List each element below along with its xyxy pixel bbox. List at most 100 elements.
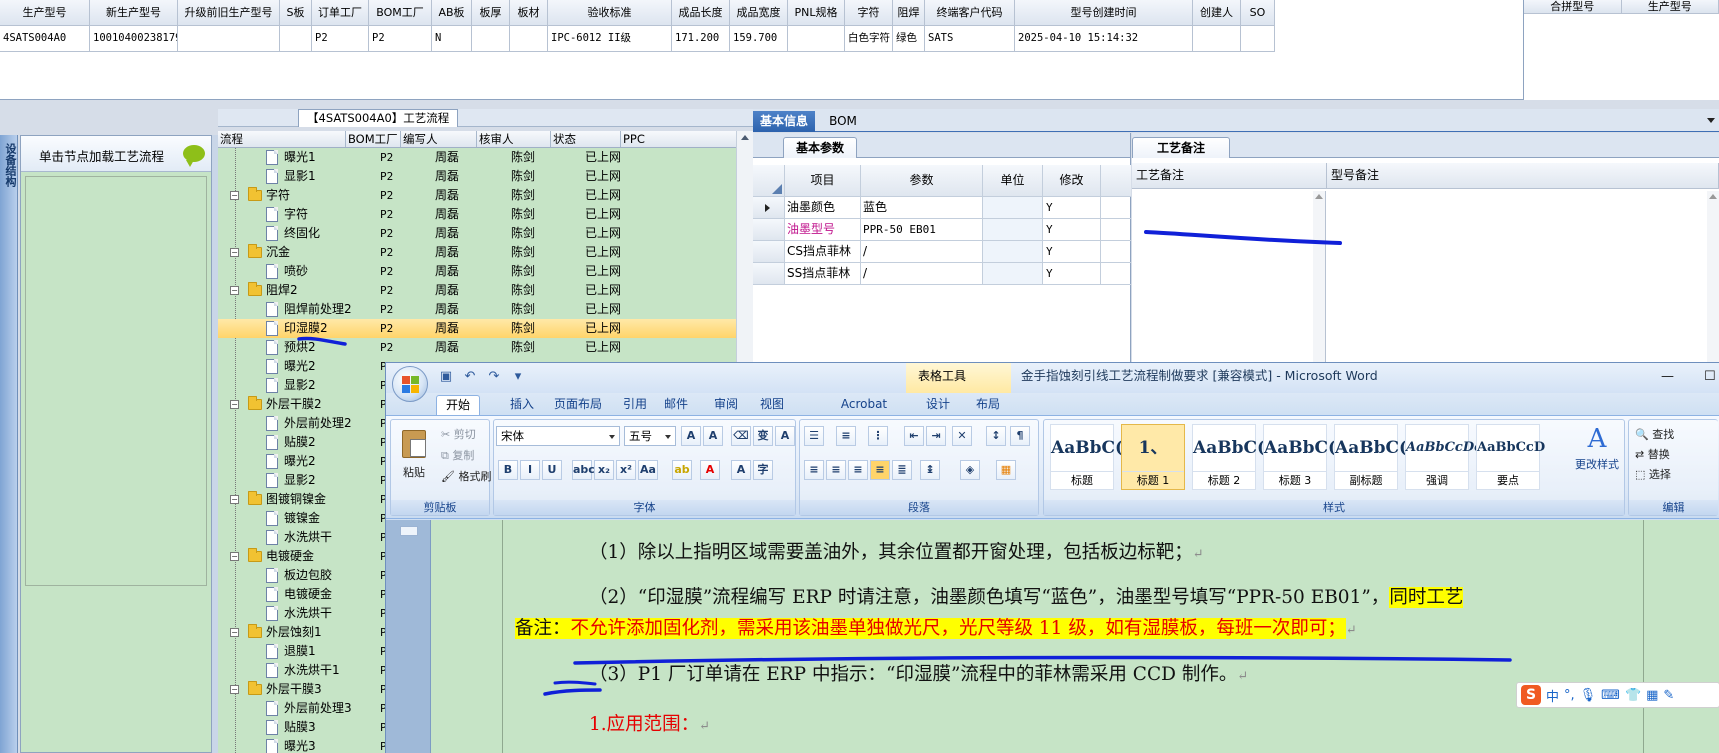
tree-node[interactable]: 板边包胶: [218, 566, 378, 585]
italic-icon[interactable]: I: [520, 460, 540, 480]
grid-col-header[interactable]: 阻焊: [893, 0, 925, 26]
char-border-icon[interactable]: A: [775, 426, 795, 446]
param-value[interactable]: /: [861, 241, 983, 262]
grid-cell[interactable]: [788, 26, 845, 52]
grid-cell[interactable]: 10010400238179: [90, 26, 178, 52]
tree-node[interactable]: 水洗烘干: [218, 604, 378, 623]
tree-col-header[interactable]: 编写人: [401, 131, 477, 147]
param-value[interactable]: /: [861, 263, 983, 284]
params-col-header[interactable]: 单位: [983, 165, 1043, 196]
font-color-icon[interactable]: A: [700, 460, 720, 480]
note-scrollbar[interactable]: [1707, 191, 1719, 386]
tree-node[interactable]: 终固化: [218, 224, 378, 243]
style-option[interactable]: AaBbC(副标题: [1334, 424, 1407, 490]
tree-node[interactable]: − 阻焊2: [218, 281, 378, 300]
tree-row[interactable]: − 阻焊2 P2 周磊 陈剑 已上网: [218, 281, 753, 300]
tree-row[interactable]: 字符 P2 周磊 陈剑 已上网: [218, 205, 753, 224]
collapse-icon[interactable]: −: [230, 248, 239, 257]
ribbon-tab[interactable]: Acrobat: [838, 395, 890, 415]
tab-process-notes[interactable]: 工艺备注: [1132, 137, 1231, 158]
tree-row[interactable]: 曝光1 P2 周磊 陈剑 已上网: [218, 148, 753, 167]
underline-icon[interactable]: U: [542, 460, 562, 480]
phonetic-guide-icon[interactable]: 变: [753, 426, 773, 446]
param-unit[interactable]: [983, 197, 1043, 218]
tree-row[interactable]: 阻焊前处理2 P2 周磊 陈剑 已上网: [218, 300, 753, 319]
grid-col-header[interactable]: 验收标准: [548, 0, 672, 26]
doc-paragraph-2[interactable]: （2）“印湿膜”流程编写 ERP 时请注意，油墨颜色填写“蓝色”，油墨型号填写“…: [589, 583, 1464, 609]
tree-node[interactable]: 外层前处理2: [218, 414, 378, 433]
tree-node[interactable]: 外层前处理3: [218, 699, 378, 718]
grid-col-header[interactable]: 新生产型号: [90, 0, 178, 26]
grid-cell[interactable]: 4SATS004A0: [0, 26, 90, 52]
bold-icon[interactable]: B: [498, 460, 518, 480]
shading-icon[interactable]: ◈: [960, 460, 980, 480]
tree-col-header[interactable]: BOM工厂: [346, 131, 401, 147]
strikethrough-icon[interactable]: abc: [572, 460, 595, 480]
cut-button[interactable]: ✂ 剪切: [441, 426, 476, 442]
grid-col-header[interactable]: BOM工厂: [369, 0, 432, 26]
collapse-icon[interactable]: −: [230, 286, 239, 295]
row-header[interactable]: [753, 241, 785, 262]
tree-node[interactable]: 显影1: [218, 167, 378, 186]
tab-bom[interactable]: BOM: [823, 111, 863, 132]
tree-col-header[interactable]: 核审人: [477, 131, 551, 147]
select-button[interactable]: ⬚ 选择: [1635, 466, 1671, 482]
grid-col-header[interactable]: S板: [280, 0, 312, 26]
sort-icon[interactable]: ↕: [986, 426, 1006, 446]
grid-col-header[interactable]: 板厚: [472, 0, 510, 26]
style-option[interactable]: 1、 标题 1: [1121, 424, 1185, 490]
grid-cell[interactable]: N: [432, 26, 472, 52]
ribbon-tab[interactable]: 页面布局: [546, 395, 610, 415]
note-scrollbar[interactable]: [1313, 191, 1325, 386]
grid-col-header[interactable]: 终端客户代码: [925, 0, 1015, 26]
tree-col-header[interactable]: 流程: [218, 131, 346, 147]
align-left-icon[interactable]: ≡: [804, 460, 824, 480]
tree-node[interactable]: 预烘2: [218, 338, 378, 357]
paste-icon[interactable]: [402, 430, 426, 458]
tree-row[interactable]: 印湿膜2 P2 周磊 陈剑 已上网: [218, 319, 753, 338]
tree-col-header[interactable]: PPC: [621, 131, 753, 147]
row-header[interactable]: [753, 219, 785, 240]
params-row[interactable]: SS挡点菲林 / Y: [753, 263, 1131, 285]
params-row[interactable]: CS挡点菲林 / Y: [753, 241, 1131, 263]
collapse-icon[interactable]: −: [230, 628, 239, 637]
grid-cell[interactable]: IPC-6012 II级: [548, 26, 672, 52]
tree-node[interactable]: − 沉金: [218, 243, 378, 262]
tree-row[interactable]: 终固化 P2 周磊 陈剑 已上网: [218, 224, 753, 243]
grow-font-icon[interactable]: A: [681, 426, 701, 446]
bullets-icon[interactable]: ☰: [804, 426, 824, 446]
keyboard-icon[interactable]: ⌨: [1601, 688, 1620, 703]
params-col-header[interactable]: 修改: [1043, 165, 1101, 196]
param-editable[interactable]: Y: [1043, 263, 1101, 284]
tab-basic-params[interactable]: 基本参数: [783, 137, 858, 158]
doc-heading-scope[interactable]: 1.应用范围：↵: [589, 710, 710, 736]
font-name-select[interactable]: 宋体: [496, 426, 620, 446]
model-grid-row[interactable]: 4SATS004A0 10010400238179 P2 P2 N IPC-6012 II…: [0, 26, 1275, 52]
tree-node[interactable]: 镀镍金: [218, 509, 378, 528]
grid-cell[interactable]: [1241, 26, 1275, 52]
merge-col-header[interactable]: 生产型号: [1622, 0, 1719, 13]
grid-cell[interactable]: 绿色: [893, 26, 925, 52]
ribbon-tab[interactable]: 邮件: [656, 395, 696, 415]
param-editable[interactable]: Y: [1043, 219, 1101, 240]
tree-node[interactable]: − 电镀硬金: [218, 547, 378, 566]
tree-row[interactable]: 预烘2 P2 周磊 陈剑 已上网: [218, 338, 753, 357]
doc-paragraph-1[interactable]: （1）除以上指明区域需要盖油外，其余位置都开窗处理，包括板边标靶；↵: [589, 538, 1204, 564]
grid-col-header[interactable]: PNL规格: [788, 0, 845, 26]
toolbox-icon[interactable]: ▦: [1646, 688, 1658, 703]
merge-col-header[interactable]: 合拼型号: [1524, 0, 1622, 13]
grid-col-header[interactable]: AB板: [432, 0, 472, 26]
param-unit[interactable]: [983, 219, 1043, 240]
highlight-icon[interactable]: ab: [672, 460, 692, 480]
tree-node[interactable]: 曝光1: [218, 148, 378, 167]
shrink-font-icon[interactable]: A: [703, 426, 723, 446]
ribbon-tab[interactable]: 设计: [918, 395, 958, 415]
param-editable[interactable]: Y: [1043, 241, 1101, 262]
borders-icon[interactable]: ▦: [996, 460, 1016, 480]
tree-node[interactable]: − 外层干膜2: [218, 395, 378, 414]
scroll-up-icon[interactable]: [741, 135, 749, 140]
decrease-indent-icon[interactable]: ⇤: [904, 426, 924, 446]
show-marks-icon[interactable]: ¶: [1010, 426, 1030, 446]
tree-node[interactable]: − 外层干膜3: [218, 680, 378, 699]
change-styles-button[interactable]: A 更改样式: [1572, 422, 1622, 486]
